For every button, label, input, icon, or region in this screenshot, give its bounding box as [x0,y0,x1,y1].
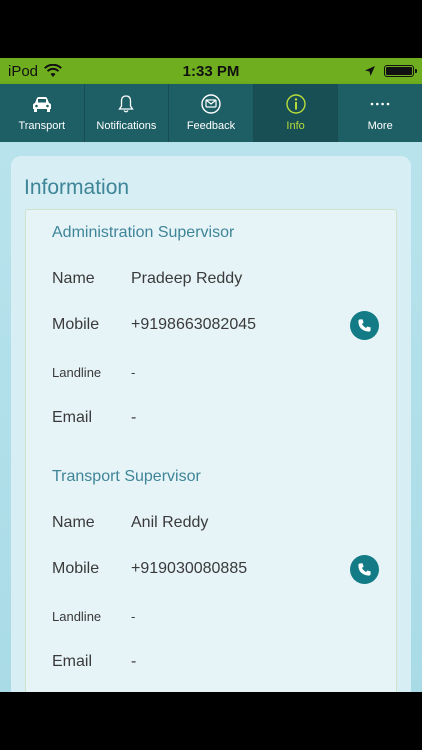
tab-label: Transport [18,120,66,132]
phone-icon [358,563,371,576]
tab-notifications[interactable]: Notifications [85,84,170,142]
battery-level [386,67,412,75]
tab-label: Info [286,120,305,132]
transport-landline-value: - [131,609,136,624]
transport-name-value: Anil Reddy [131,514,209,531]
info-icon [285,94,306,114]
admin-landline-value: - [131,365,136,380]
battery-icon [384,65,417,77]
phone-icon [358,319,371,332]
admin-call-button[interactable] [350,311,379,340]
bottom-letterbox [0,692,422,750]
admin-mobile-value: +919866308204​5 [131,316,257,333]
tab-feedback[interactable]: Feedback [169,84,254,142]
carrier-label: iPod [8,62,39,80]
wifi-icon [44,64,62,77]
tab-label: Feedback [186,120,236,132]
transport-mobile-value: +919030080885 [131,560,248,577]
status-bar: iPod 1:33 PM [0,58,422,84]
tab-transport[interactable]: Transport [0,84,85,142]
tab-info[interactable]: Info [253,84,339,142]
landline-label: Landline [52,365,102,380]
tab-more[interactable]: More [338,84,422,142]
name-label: Name [52,514,95,531]
tab-label: Notifications [96,120,157,132]
admin-name-value: Pradeep Reddy [131,270,243,287]
email-label: Email [52,653,93,670]
section-title-transport: Transport Supervisor [52,468,201,485]
tab-bar: Transport Notifications Feedback Info Mo… [0,84,422,142]
section-title-admin: Administration Supervisor [52,224,235,241]
landline-label: Landline [52,609,102,624]
contacts-card[interactable]: Administration Supervisor Name Pradeep R… [25,209,397,692]
admin-email-value: - [131,409,137,426]
transport-email-value: - [131,653,137,670]
location-arrow-icon [365,66,375,76]
email-label: Email [52,409,93,426]
transport-call-button[interactable] [350,555,379,584]
mobile-label: Mobile [52,560,100,577]
car-icon [32,97,51,112]
mobile-label: Mobile [52,316,100,333]
bell-icon [118,95,135,113]
more-dots-icon [370,102,390,106]
tab-label: More [367,120,393,132]
page-title: Information [24,176,130,199]
top-letterbox [0,0,422,58]
status-time: 1:33 PM [182,62,240,80]
name-label: Name [52,270,95,287]
feedback-icon [201,94,221,114]
